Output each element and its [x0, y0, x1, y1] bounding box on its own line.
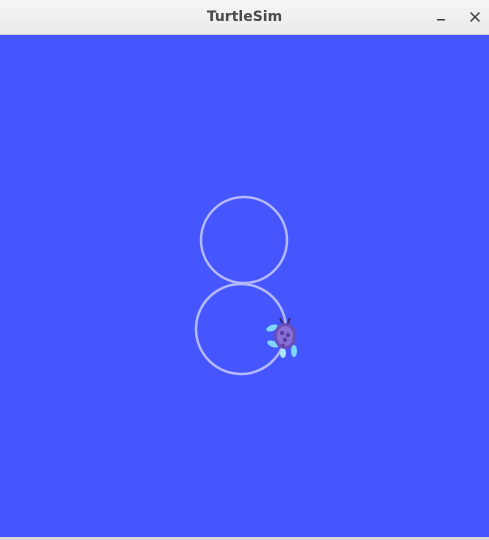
pen-trail-upper-loop — [199, 195, 289, 285]
window-title: TurtleSim — [206, 9, 283, 25]
minimize-icon — [437, 19, 445, 21]
turtle-icon — [266, 317, 297, 358]
close-icon — [470, 12, 480, 22]
turtlesim-window: TurtleSim — [0, 0, 489, 540]
close-button[interactable] — [463, 5, 487, 29]
title-bar[interactable]: TurtleSim — [0, 0, 489, 35]
minimize-button[interactable] — [429, 5, 453, 29]
drawing-surface — [194, 195, 297, 376]
turtle-canvas — [0, 35, 489, 537]
